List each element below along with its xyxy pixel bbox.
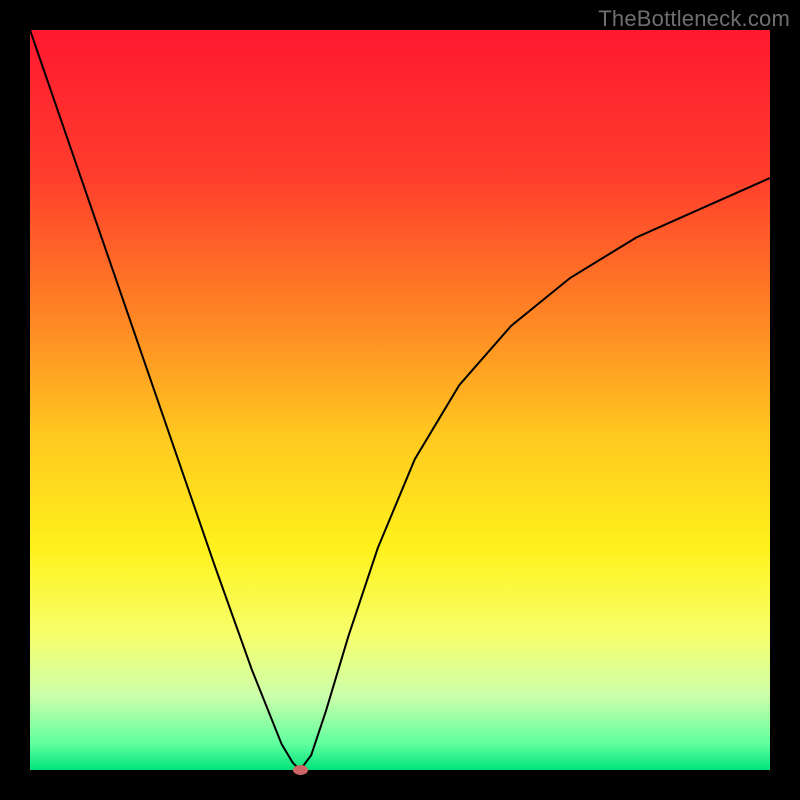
- plot-frame: [30, 30, 770, 770]
- optimal-point-marker: [293, 765, 308, 775]
- plot-svg: [30, 30, 770, 770]
- gradient-background: [30, 30, 770, 770]
- watermark-text: TheBottleneck.com: [598, 6, 790, 32]
